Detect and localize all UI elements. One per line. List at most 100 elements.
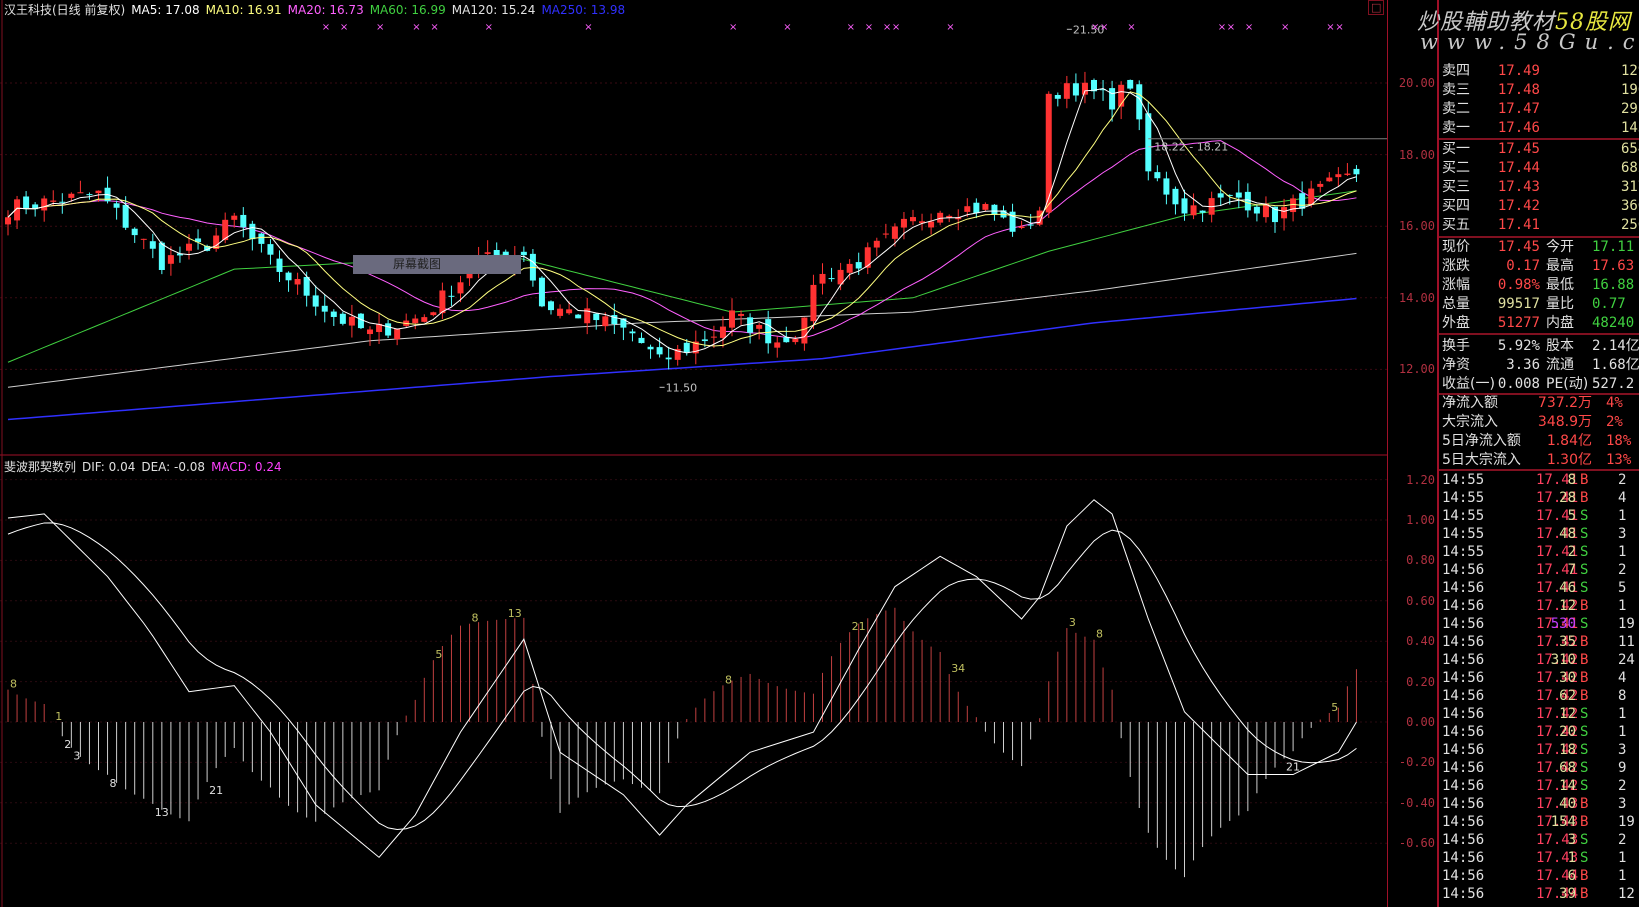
tick-row[interactable]: 14:56 17.41 46 S 5	[1442, 579, 1639, 597]
candle-up	[801, 317, 808, 344]
tick-side: S	[1580, 778, 1589, 794]
main-chart-header: 汉王科技(日线 前复权) MA5: 17.08 MA10: 16.91 MA20: 1…	[4, 1, 631, 18]
tick-row[interactable]: 14:56 17.42 12 B 1	[1442, 597, 1639, 615]
tick-row[interactable]: 14:56 17.42 35 B 11	[1442, 633, 1639, 651]
stat-value: 0.77	[1592, 296, 1626, 312]
level-price: 17.46	[1497, 120, 1540, 136]
window-button[interactable]: □	[1368, 0, 1385, 15]
quote-row: 现价 17.45 今开 17.11	[1442, 238, 1639, 257]
tick-row[interactable]: 14:56 17.43 1 S 1	[1442, 849, 1639, 867]
tick-volume: 8	[1567, 472, 1576, 488]
candle-down	[1027, 224, 1034, 226]
candle-up	[557, 308, 564, 316]
orderbook-row: 卖三 17.48 196	[1442, 81, 1639, 100]
stat-value: 0.008	[1497, 376, 1540, 392]
tick-row[interactable]: 14:56 17.41 530 S 19	[1442, 615, 1639, 633]
tick-row[interactable]: 14:56 17.42 12 S 1	[1442, 705, 1639, 723]
quote-row: 涨跌 0.17 最高 17.63	[1442, 257, 1639, 276]
ma60-line	[7, 190, 1357, 363]
stat-value: 48240	[1592, 315, 1635, 331]
candle-down	[548, 301, 554, 311]
axis-tick-label: 12.00	[1398, 362, 1435, 377]
tick-row[interactable]: 14:56 17.43 40 B 3	[1442, 795, 1639, 813]
tick-side: B	[1580, 688, 1589, 704]
tick-row[interactable]: 14:56 17.43 3 S 2	[1442, 831, 1639, 849]
candle-down	[122, 204, 129, 228]
level-label: 卖二	[1442, 101, 1470, 117]
candle-down	[1235, 192, 1242, 198]
candle-up	[50, 200, 57, 202]
tick-row[interactable]: 14:56 17.42 30 B 4	[1442, 669, 1639, 687]
candle-down	[828, 278, 835, 280]
tick-row[interactable]: 14:56 17.42 20 S 1	[1442, 723, 1639, 741]
tick-row[interactable]: 14:56 17.42 310 B 24	[1442, 651, 1639, 669]
candle-up	[729, 310, 735, 328]
level-label: 卖三	[1442, 82, 1470, 98]
tick-row[interactable]: 14:55 17.41 28 B 4	[1442, 489, 1639, 507]
tick-side: S	[1580, 706, 1589, 722]
flow-value: 737.2万	[1537, 395, 1592, 411]
tick-volume: 28	[1559, 490, 1576, 506]
tick-count: 19	[1618, 814, 1635, 830]
signal-marker: ×	[376, 22, 385, 33]
orderbook-row: 卖四 17.49 129	[1442, 62, 1639, 81]
tick-row[interactable]: 14:55 17.41 48 S 3	[1442, 525, 1639, 543]
candle-up	[910, 217, 916, 222]
candle-down	[1244, 191, 1251, 211]
candle-up	[186, 243, 192, 251]
tick-count: 2	[1618, 832, 1627, 848]
tick-row[interactable]: 14:56 17.42 62 B 8	[1442, 687, 1639, 705]
ma20-label: MA20: 16.73	[287, 3, 364, 17]
stat-label: PE(动)	[1546, 376, 1589, 392]
stat-label: 股本	[1546, 338, 1574, 354]
dif-label: DIF: 0.04	[82, 460, 136, 474]
candle-up	[819, 273, 826, 284]
level-volume: 654	[1621, 141, 1639, 157]
kline-chart[interactable]: 21.5011.5018.22 - 18.2181238132158 138213…	[0, 0, 1387, 907]
candle-up	[792, 338, 799, 343]
tick-row[interactable]: 14:56 17.42 18 S 3	[1442, 741, 1639, 759]
level-volume: 360	[1621, 198, 1639, 214]
candle-up	[1326, 177, 1333, 182]
candle-down	[1253, 206, 1260, 214]
candle-down	[158, 242, 165, 270]
axis-tick-label: 0.00	[1406, 715, 1435, 729]
stat-label: 内盘	[1546, 315, 1574, 331]
candle-up	[1317, 183, 1324, 187]
flow-percent: 4%	[1606, 395, 1623, 411]
ma120-label: MA120: 15.24	[451, 3, 536, 17]
orderbook-row: 卖二 17.47 295	[1442, 100, 1639, 119]
flow-value: 1.84亿	[1546, 433, 1592, 449]
tick-row[interactable]: 14:56 17.44 6 B 1	[1442, 867, 1639, 885]
stat-value: 5.92%	[1497, 338, 1540, 354]
candle-down	[1181, 198, 1188, 214]
tick-volume: 12	[1559, 598, 1576, 614]
tick-row[interactable]: 14:56 17.41 7 S 2	[1442, 561, 1639, 579]
candle-down	[765, 319, 772, 344]
level-price: 17.43	[1497, 179, 1540, 195]
tick-count: 24	[1618, 652, 1635, 668]
orderbook-row: 买一 17.45 654	[1442, 140, 1639, 159]
tick-row[interactable]: 14:55 17.41 2 S 1	[1442, 543, 1639, 561]
tick-row[interactable]: 14:55 17.41 5 S 1	[1442, 507, 1639, 525]
tick-count: 3	[1618, 742, 1627, 758]
candle-down	[520, 251, 527, 256]
candle-down	[303, 276, 310, 296]
candle-down	[149, 241, 156, 249]
tick-volume: 154	[1550, 814, 1576, 830]
candle-up	[900, 218, 907, 228]
level-volume: 129	[1621, 63, 1639, 79]
candle-down	[23, 196, 30, 210]
candle-up	[1045, 93, 1052, 213]
tick-row[interactable]: 14:56 17.42 14 S 2	[1442, 777, 1639, 795]
tick-count: 11	[1618, 634, 1635, 650]
tick-row[interactable]: 14:55 17.41 8 B 2	[1442, 471, 1639, 489]
tick-row[interactable]: 14:56 17.44 39 B 12	[1442, 885, 1639, 903]
flow-row: 5日大宗流入 1.30亿 13%	[1442, 451, 1639, 470]
tick-row[interactable]: 14:56 17.42 68 S 9	[1442, 759, 1639, 777]
stat-label: 换手	[1442, 338, 1470, 354]
price-annotation: 18.22 - 18.21	[1154, 141, 1228, 154]
signal-marker: ×	[1326, 22, 1335, 33]
candle-down	[267, 244, 274, 255]
tick-row[interactable]: 14:56 17.43 154 B 19	[1442, 813, 1639, 831]
